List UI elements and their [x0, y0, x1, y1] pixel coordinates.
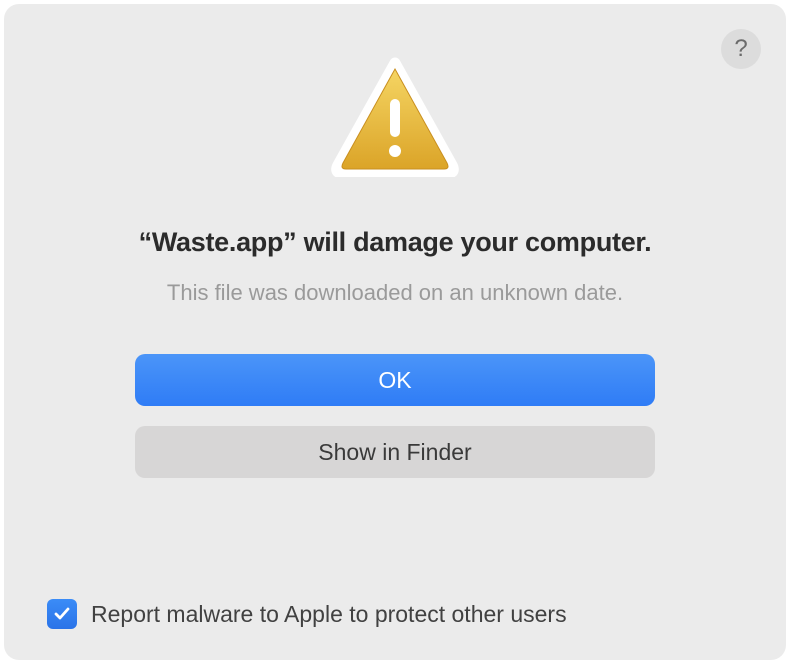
show-in-finder-button[interactable]: Show in Finder — [135, 426, 655, 478]
ok-button[interactable]: OK — [135, 354, 655, 406]
checkmark-icon — [52, 604, 72, 624]
report-malware-row: Report malware to Apple to protect other… — [47, 599, 567, 629]
dialog-subtext: This file was downloaded on an unknown d… — [167, 280, 623, 306]
dialog-headline: “Waste.app” will damage your computer. — [139, 227, 652, 258]
report-malware-label: Report malware to Apple to protect other… — [91, 601, 567, 628]
warning-icon-container — [330, 57, 460, 177]
button-stack: OK Show in Finder — [135, 354, 655, 478]
gatekeeper-dialog: ? “Waste.app” will damage your computer.… — [5, 5, 785, 659]
report-malware-checkbox[interactable] — [47, 599, 77, 629]
ok-button-label: OK — [378, 367, 411, 394]
show-in-finder-label: Show in Finder — [318, 439, 471, 466]
warning-triangle-icon — [330, 57, 460, 177]
question-mark-icon: ? — [734, 35, 747, 63]
help-button[interactable]: ? — [721, 29, 761, 69]
